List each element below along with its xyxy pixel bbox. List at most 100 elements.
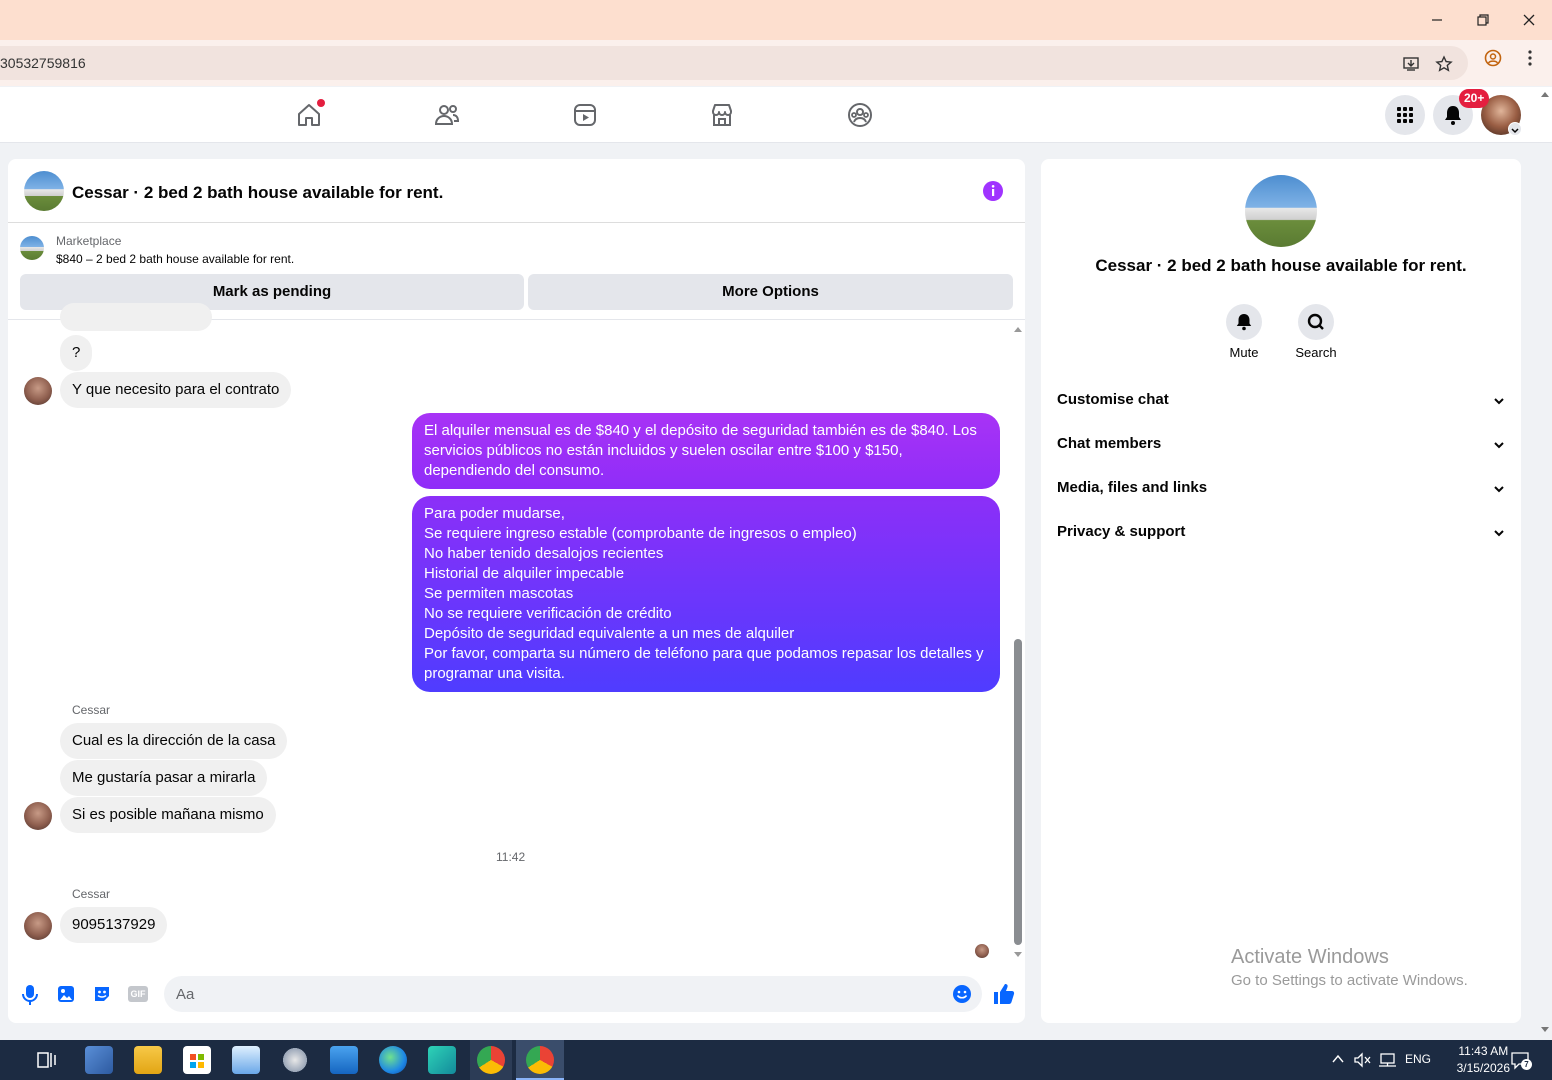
listing-thumbnail[interactable]: [24, 171, 64, 211]
scroll-down-icon[interactable]: [1013, 951, 1023, 959]
sticker-icon[interactable]: [92, 984, 112, 1004]
bell-icon: [1236, 314, 1252, 331]
message-bubble: Y que necesito para el contrato: [60, 372, 292, 408]
chevron-down-icon: [1494, 398, 1504, 405]
paint-app-icon[interactable]: [281, 1046, 309, 1074]
emoji-icon[interactable]: [952, 984, 972, 1004]
message-line: Se requiere ingreso estable (comprobante…: [424, 525, 857, 542]
gif-icon[interactable]: GIF: [128, 986, 148, 1002]
file-explorer-icon[interactable]: [134, 1046, 162, 1074]
clock-time: 11:43 AM: [1458, 1044, 1509, 1058]
computer-app-icon[interactable]: [85, 1046, 113, 1074]
sent-message-bubble: El alquiler mensual es de $840 y el depó…: [412, 413, 1000, 489]
chat-info-panel: Cessar · 2 bed 2 bath house available fo…: [1041, 159, 1521, 1023]
chevron-down-icon: [1494, 530, 1504, 537]
photo-icon[interactable]: [56, 984, 76, 1004]
microphone-icon[interactable]: [20, 984, 40, 1006]
message-bubble: 9095137929: [60, 907, 168, 943]
network-icon[interactable]: [1378, 1052, 1396, 1068]
page-scroll-up-icon[interactable]: [1540, 90, 1550, 98]
message-line: No haber tenido desalojos recientes: [424, 545, 664, 562]
message-line: Por favor, comparta su número de teléfon…: [424, 645, 984, 682]
browser-title-bar: [0, 0, 1552, 40]
mail-icon[interactable]: [330, 1046, 358, 1074]
menu-button[interactable]: [1385, 95, 1425, 135]
restore-icon: [1477, 14, 1489, 26]
contact-avatar[interactable]: [24, 912, 52, 940]
message-scrollbar[interactable]: [1011, 323, 1025, 963]
chrome-profile-icon[interactable]: [526, 1046, 554, 1074]
store-icon[interactable]: [183, 1046, 211, 1074]
contact-avatar[interactable]: [24, 802, 52, 830]
contact-avatar[interactable]: [24, 377, 52, 405]
minimize-icon: [1432, 19, 1442, 21]
chat-title[interactable]: Cessar · 2 bed 2 bath house available fo…: [72, 183, 443, 203]
mute-label[interactable]: Mute: [1214, 345, 1274, 360]
scrollbar-thumb[interactable]: [1014, 639, 1022, 945]
info-icon[interactable]: [982, 180, 1004, 202]
marketplace-icon[interactable]: [708, 101, 736, 129]
message-input[interactable]: Aa: [164, 976, 982, 1012]
close-window-button[interactable]: [1517, 8, 1541, 32]
thumbs-up-icon[interactable]: [992, 982, 1016, 1006]
activate-windows-subtitle: Go to Settings to activate Windows.: [1231, 972, 1468, 989]
show-hidden-icons-icon[interactable]: [1332, 1054, 1344, 1064]
section-label: Chat members: [1057, 435, 1162, 452]
scroll-up-icon[interactable]: [1013, 325, 1023, 333]
message-line: Para poder mudarse,: [424, 505, 565, 522]
search-label[interactable]: Search: [1286, 345, 1346, 360]
customise-chat-section[interactable]: Customise chat: [1057, 391, 1507, 415]
browser-toolbar: 30532759816: [0, 40, 1552, 86]
search-button[interactable]: [1298, 304, 1334, 340]
language-indicator[interactable]: ENG: [1405, 1052, 1431, 1066]
notification-count: 7: [1521, 1059, 1532, 1070]
media-files-links-section[interactable]: Media, files and links: [1057, 479, 1507, 503]
message-bubble: Cual es la dirección de la casa: [60, 723, 288, 759]
profile-icon[interactable]: [1484, 49, 1502, 67]
message-composer: GIF Aa: [8, 969, 1025, 1023]
video-icon[interactable]: [571, 101, 599, 129]
task-view-icon[interactable]: [36, 1050, 58, 1070]
action-center-button[interactable]: 7: [1510, 1050, 1532, 1070]
section-label: Customise chat: [1057, 391, 1169, 408]
volume-muted-icon[interactable]: [1353, 1052, 1371, 1068]
chevron-down-icon: [1494, 486, 1504, 493]
message-timestamp: 11:42: [496, 850, 526, 864]
mute-button[interactable]: [1226, 304, 1262, 340]
chat-header: Cessar · 2 bed 2 bath house available fo…: [8, 159, 1025, 223]
chat-members-section[interactable]: Chat members: [1057, 435, 1507, 459]
more-options-button[interactable]: More Options: [528, 274, 1013, 310]
photos-app-icon[interactable]: [232, 1046, 260, 1074]
listing-small-thumbnail: [20, 236, 44, 260]
chat-panel: Cessar · 2 bed 2 bath house available fo…: [8, 159, 1025, 1023]
address-bar[interactable]: 30532759816: [0, 46, 1468, 80]
edge-icon[interactable]: [379, 1046, 407, 1074]
install-app-icon[interactable]: [1402, 55, 1420, 73]
browser-menu-icon[interactable]: [1521, 49, 1539, 67]
page-scroll-down-icon[interactable]: [1540, 1026, 1550, 1034]
sent-message-bubble: Para poder mudarse, Se requiere ingreso …: [412, 496, 1000, 692]
chrome-icon[interactable]: [477, 1046, 505, 1074]
activate-windows-title: Activate Windows: [1231, 946, 1389, 968]
facebook-top-nav: [0, 87, 1552, 143]
surfshark-icon[interactable]: [428, 1046, 456, 1074]
section-label: Privacy & support: [1057, 523, 1186, 540]
sender-name: Cessar: [72, 703, 111, 717]
system-clock[interactable]: 11:43 AM 3/15/2026: [1457, 1043, 1510, 1077]
restore-button[interactable]: [1471, 8, 1495, 32]
friends-icon[interactable]: [433, 101, 461, 129]
message-line: Depósito de seguridad equivalente a un m…: [424, 625, 795, 642]
listing-photo[interactable]: [1245, 175, 1317, 247]
bookmark-star-icon[interactable]: [1435, 55, 1453, 73]
minimize-button[interactable]: [1425, 8, 1449, 32]
message-input-placeholder[interactable]: Aa: [176, 986, 194, 1003]
privacy-support-section[interactable]: Privacy & support: [1057, 523, 1507, 547]
listing-title[interactable]: $840 – 2 bed 2 bath house available for …: [56, 252, 294, 266]
cut-off-message-bubble: [60, 303, 212, 331]
groups-icon[interactable]: [846, 101, 874, 129]
url-text[interactable]: 30532759816: [0, 55, 86, 71]
account-chevron-icon[interactable]: [1508, 122, 1522, 136]
grid-menu-icon: [1397, 107, 1413, 123]
message-line: Se permiten mascotas: [424, 585, 574, 602]
section-label: Media, files and links: [1057, 479, 1208, 496]
